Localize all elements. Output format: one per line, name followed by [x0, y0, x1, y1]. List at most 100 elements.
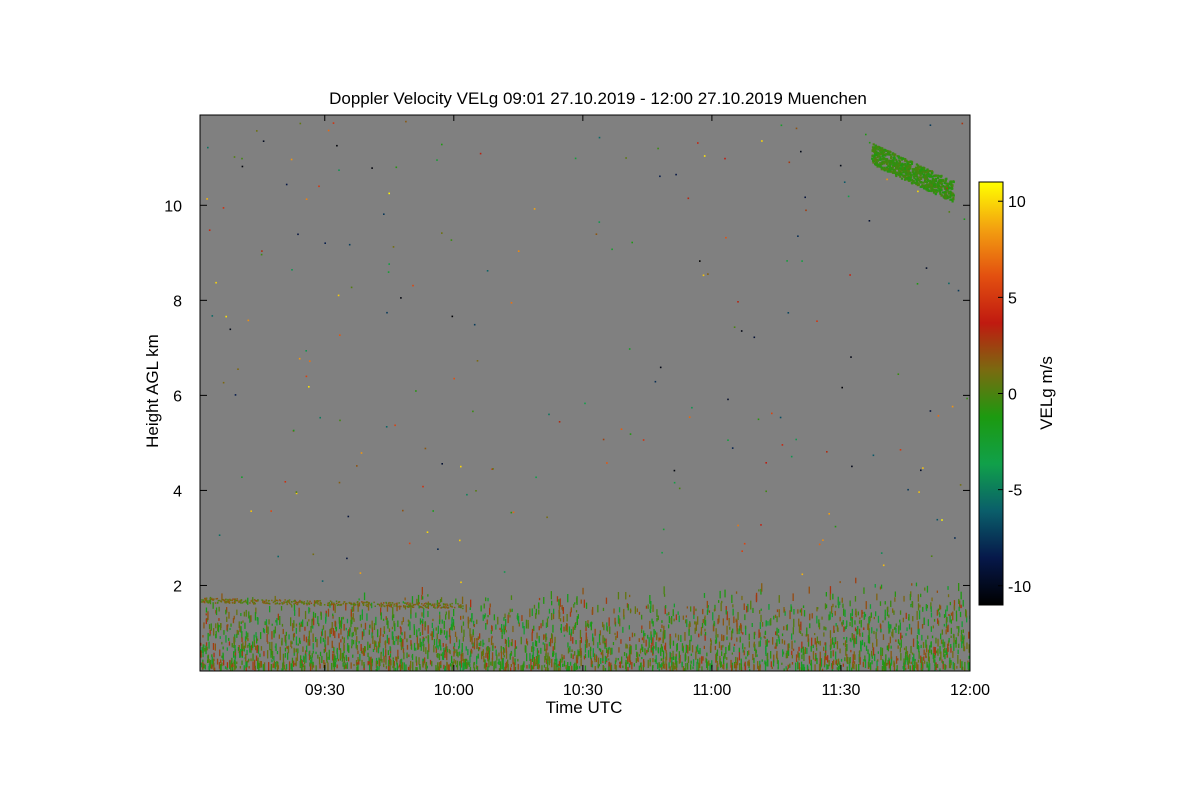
velocity-cell	[304, 610, 307, 620]
velocity-cell	[460, 604, 462, 606]
velocity-cell	[282, 602, 284, 605]
noise-cell	[298, 357, 301, 360]
velocity-cell	[823, 646, 825, 651]
velocity-cell	[859, 617, 861, 620]
velocity-cell	[608, 646, 610, 650]
velocity-cell	[873, 630, 875, 635]
noise-cell	[321, 580, 324, 582]
velocity-cell	[904, 170, 907, 173]
noise-cell	[241, 157, 243, 160]
velocity-cell	[477, 653, 479, 659]
velocity-cell	[279, 602, 281, 605]
velocity-cell	[323, 648, 325, 654]
velocity-cell	[733, 643, 736, 646]
velocity-cell	[563, 626, 565, 632]
velocity-cell	[594, 666, 596, 671]
velocity-cell	[964, 668, 966, 671]
velocity-cell	[804, 647, 806, 654]
velocity-cell	[538, 602, 540, 609]
noise-cell	[886, 178, 888, 181]
velocity-cell	[351, 645, 353, 649]
velocity-cell	[701, 656, 703, 664]
noise-cell	[822, 539, 824, 541]
velocity-cell	[658, 637, 660, 642]
velocity-cell	[535, 613, 537, 619]
noise-cell	[828, 513, 830, 515]
velocity-cell	[897, 173, 901, 176]
noise-cell	[348, 243, 351, 246]
velocity-cell	[759, 640, 761, 647]
noise-cell	[946, 187, 948, 190]
velocity-cell	[935, 637, 937, 644]
velocity-cell	[647, 604, 649, 609]
velocity-cell	[309, 662, 311, 667]
velocity-cell	[869, 616, 871, 622]
velocity-cell	[723, 656, 725, 664]
noise-cell	[459, 539, 461, 542]
velocity-cell	[260, 632, 262, 640]
velocity-cell	[232, 618, 235, 624]
velocity-cell	[757, 661, 759, 669]
velocity-cell	[968, 631, 970, 639]
velocity-cell	[215, 623, 217, 629]
velocity-cell	[675, 614, 677, 621]
velocity-cell	[641, 614, 643, 620]
velocity-cell	[890, 624, 892, 629]
velocity-cell	[737, 612, 739, 620]
velocity-cell	[888, 150, 891, 153]
velocity-cell	[665, 663, 668, 671]
velocity-cell	[803, 664, 805, 671]
velocity-cell	[612, 642, 615, 646]
velocity-cell	[386, 634, 388, 644]
velocity-cell	[897, 645, 899, 649]
velocity-cell	[717, 666, 719, 671]
velocity-cell	[859, 657, 861, 665]
velocity-cell	[655, 658, 657, 664]
velocity-cell	[240, 621, 242, 624]
velocity-cell	[374, 605, 376, 607]
velocity-cell	[878, 146, 882, 149]
noise-cell	[725, 236, 727, 239]
velocity-cell	[440, 653, 442, 657]
velocity-cell	[446, 606, 448, 609]
velocity-cell	[319, 651, 322, 657]
velocity-cell	[382, 618, 385, 621]
velocity-cell	[439, 599, 442, 603]
x-tick-label: 12:00	[950, 682, 990, 699]
velocity-cell	[363, 628, 365, 636]
velocity-cell	[892, 629, 894, 638]
velocity-cell	[268, 602, 270, 605]
velocity-cell	[367, 641, 369, 651]
velocity-cell	[292, 623, 294, 632]
velocity-cell	[814, 637, 816, 645]
velocity-cell	[580, 599, 582, 604]
velocity-cell	[500, 629, 502, 633]
velocity-cell	[360, 623, 362, 628]
velocity-cell	[897, 658, 899, 661]
velocity-cell	[669, 666, 671, 671]
velocity-cell	[806, 664, 809, 671]
velocity-cell	[735, 591, 738, 594]
velocity-cell	[509, 614, 511, 618]
velocity-cell	[418, 602, 420, 604]
noise-cell	[388, 192, 390, 195]
velocity-cell	[431, 631, 433, 640]
velocity-cell	[240, 626, 242, 633]
velocity-cell	[558, 610, 560, 620]
velocity-cell	[671, 657, 673, 665]
velocity-cell	[548, 656, 550, 666]
velocity-cell	[505, 619, 507, 627]
velocity-cell	[668, 611, 670, 616]
velocity-cell	[247, 644, 249, 648]
velocity-cell	[298, 637, 301, 643]
velocity-cell	[943, 649, 945, 658]
velocity-cell	[947, 643, 949, 653]
noise-cell	[872, 454, 875, 457]
velocity-cell	[638, 665, 640, 671]
noise-cell	[260, 253, 263, 256]
velocity-cell	[803, 610, 806, 617]
velocity-cell	[875, 611, 877, 617]
velocity-cell	[298, 622, 301, 625]
velocity-cell	[320, 612, 322, 620]
velocity-cell	[660, 667, 663, 670]
